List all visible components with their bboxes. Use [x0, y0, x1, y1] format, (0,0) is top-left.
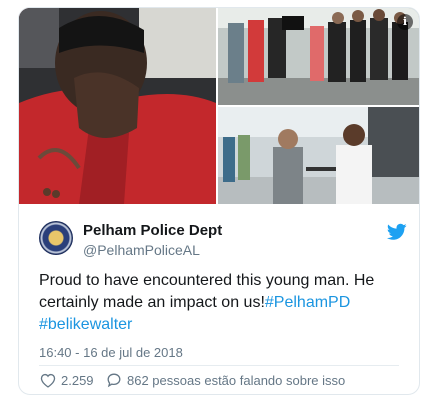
tweet-actions: 2.259 862 pessoas estão falando sobre is… [39, 372, 409, 392]
reply-button[interactable]: 862 pessoas estão falando sobre isso [105, 372, 345, 388]
tweet-media-grid[interactable]: i [19, 8, 419, 204]
photo-chief-interview-image [218, 107, 419, 204]
photo-young-man[interactable] [19, 8, 216, 204]
tweet-timestamp[interactable]: 16:40 - 16 de jul de 2018 [39, 345, 183, 360]
twitter-bird-icon[interactable] [387, 223, 407, 241]
author-handle[interactable]: @PelhamPoliceAL [83, 242, 200, 258]
tweet-text: Proud to have encountered this young man… [39, 270, 404, 336]
hashtag-pelhampd[interactable]: #PelhamPD [265, 294, 350, 311]
avatar[interactable] [39, 221, 73, 255]
author-name[interactable]: Pelham Police Dept [83, 222, 222, 239]
speech-bubble-icon [107, 373, 121, 388]
tweet-header: Pelham Police Dept @PelhamPoliceAL [39, 220, 409, 260]
heart-icon [40, 373, 56, 388]
photo-young-man-image [19, 8, 216, 204]
like-count: 2.259 [61, 372, 94, 388]
photo-press-conference-image [218, 8, 419, 105]
info-icon[interactable]: i [397, 14, 413, 30]
photo-press-conference[interactable]: i [218, 8, 419, 105]
tweet-card[interactable]: i Pelham Police Dept @PelhamPoliceAL Pro… [18, 7, 420, 395]
replies-text: 862 pessoas estão falando sobre isso [127, 372, 346, 388]
hashtag-belikewalter[interactable]: #belikewalter [39, 316, 132, 333]
like-button[interactable]: 2.259 [39, 372, 94, 388]
divider [39, 365, 399, 366]
photo-chief-interview[interactable] [218, 107, 419, 204]
